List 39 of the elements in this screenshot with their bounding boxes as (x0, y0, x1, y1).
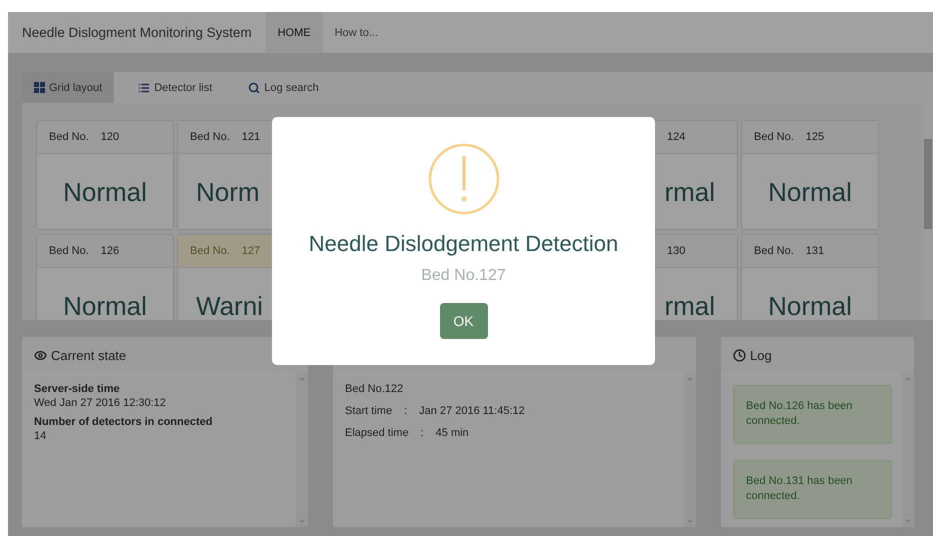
log-entry: Bed No.131 has been connected. (733, 460, 892, 519)
bed-number: 130 (667, 245, 686, 257)
bed-status: Normal (63, 292, 147, 318)
detail-value: 45 min (436, 427, 469, 439)
app-title: Needle Dislogment Monitoring System (21, 24, 253, 42)
bed-status: Warni (196, 292, 263, 318)
field-value: Wed Jan 27 2016 12:30:12 (34, 397, 167, 409)
detail-label: Start time (345, 405, 392, 417)
field-value: 14 (34, 430, 48, 442)
log-entry: Bed No.126 has been connected. (733, 385, 892, 444)
bed-number: 125 (806, 131, 824, 143)
bed-number: 131 (806, 245, 824, 257)
bed-name: Bed No.122 (345, 383, 404, 395)
detail-value: Jan 27 2016 11:45:12 (419, 405, 525, 417)
bed-status: Normal (768, 178, 852, 204)
bed-status: rmal (664, 292, 715, 318)
dialog-subtitle: Bed No.127 (421, 267, 506, 285)
bed-label: Bed No. (754, 131, 794, 143)
bed-status: Normal (63, 178, 147, 204)
bed-number: 124 (667, 131, 686, 143)
bed-number: 126 (100, 245, 120, 257)
detail-separator: : (404, 405, 408, 417)
bed-number: 120 (100, 131, 120, 143)
field-label: Number of detectors in connected (34, 416, 214, 428)
field-label: Server-side time (34, 383, 121, 395)
bed-number: 121 (242, 131, 260, 143)
bed-status: rmal (664, 178, 715, 204)
bed-label: Bed No. (754, 245, 794, 257)
bed-label: Bed No. (49, 245, 89, 257)
panel-title: Log (750, 348, 772, 362)
bed-label: Bed No. (49, 131, 89, 143)
bed-label: Bed No. (190, 245, 230, 257)
detail-label: Elapsed time (345, 427, 409, 439)
bed-status: Norm (196, 178, 260, 204)
panel-title: Carrent state (51, 348, 126, 362)
bed-label: Bed No. (190, 131, 230, 143)
detail-separator: : (420, 427, 424, 439)
bed-status: Normal (768, 292, 852, 318)
bed-number: 127 (242, 245, 260, 257)
